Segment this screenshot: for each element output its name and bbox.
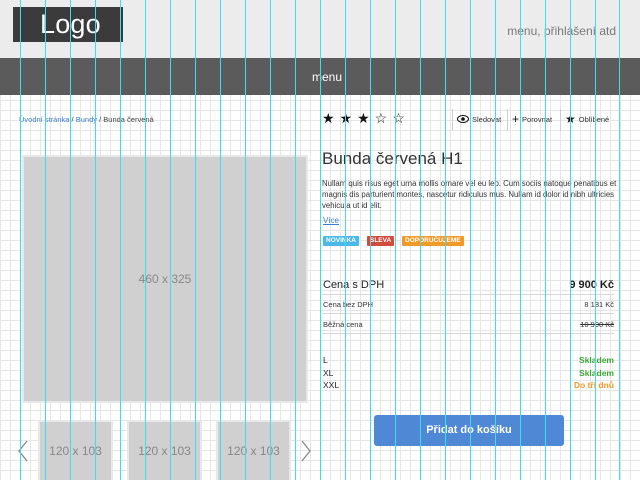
thumbnail-image[interactable]: 120 x 103 [216,420,291,480]
breadcrumb-category-link[interactable]: Bundy [76,115,97,124]
action-divider [452,109,453,131]
badge-sale: SLEVA [367,236,395,246]
thumbnail-image[interactable]: 120 x 103 [127,420,202,480]
layout-guide [295,0,296,480]
layout-guide [570,0,571,480]
layout-guide [95,0,96,480]
more-link[interactable]: Více [323,216,339,225]
stock-status: Skladem [579,355,614,365]
compare-label: Porovnat [522,114,553,124]
price-without-vat-label: Cena bez DPH [323,300,374,309]
layout-guide [320,0,321,480]
regular-price-label: Běžná cena [323,320,363,329]
price-with-vat: 9 900 Kč [569,279,614,291]
logo[interactable]: Logo [13,7,123,42]
layout-guide [245,0,246,480]
layout-guide [145,0,146,480]
size-option[interactable]: XXL [323,380,339,390]
layout-guide [270,0,271,480]
image-size-label: 460 x 325 [138,272,192,286]
layout-guide [220,0,221,480]
layout-guide [45,0,46,480]
chevron-right-icon[interactable] [300,440,312,462]
breadcrumb-current: Bunda červená [103,115,154,124]
layout-guide [20,0,21,480]
layout-guide [395,0,396,480]
header-menu-login[interactable]: menu, přihlášení atd [507,24,616,38]
layout-guide [470,0,471,480]
watch-label: Sledovat [472,114,502,124]
layout-guide [345,0,346,480]
layout-guide [545,0,546,480]
layout-guide [120,0,121,480]
breadcrumb: Úvodní stránka / Bundy / Bunda červená [19,115,154,124]
favorite-button[interactable]: ★ Oblíbené [565,109,609,129]
layout-guide [420,0,421,480]
eye-icon [457,115,469,123]
layout-guide [595,0,596,480]
size-option[interactable]: L [323,355,328,365]
price-with-vat-label: Cena s DPH [323,279,385,291]
compare-button[interactable]: + Porovnat [512,109,552,129]
action-divider [507,109,508,131]
badge-recommended: DOPORUČUJEME [402,236,464,246]
product-title: Bunda červená H1 [322,149,463,168]
layout-guide [619,0,620,480]
plus-icon: + [512,112,520,126]
stock-status: Do tří dnů [573,380,614,390]
price-without-vat: 8 181 Kč [584,300,614,309]
chevron-left-icon[interactable] [17,440,29,462]
regular-price: 10 990 Kč [580,320,614,329]
main-product-image[interactable]: 460 x 325 [22,155,308,403]
layout-guide [370,0,371,480]
stock-status: Skladem [579,368,614,378]
thumbnail-image[interactable]: 120 x 103 [38,420,113,480]
thumbnail-size-label: 120 x 103 [227,444,280,458]
add-to-cart-button[interactable]: Přidat do košíku [374,415,564,446]
favorite-label: Oblíbené [578,114,610,124]
thumbnail-size-label: 120 x 103 [49,444,102,458]
layout-guide [170,0,171,480]
star-rating[interactable]: ★★★☆☆ [322,110,410,127]
layout-guide [70,0,71,480]
layout-guide [520,0,521,480]
layout-guide [195,0,196,480]
layout-guide [445,0,446,480]
action-divider [560,109,561,131]
layout-guide [495,0,496,480]
thumbnail-size-label: 120 x 103 [138,444,191,458]
size-option[interactable]: XL [323,368,333,378]
badge-new: NOVINKA [323,236,359,246]
